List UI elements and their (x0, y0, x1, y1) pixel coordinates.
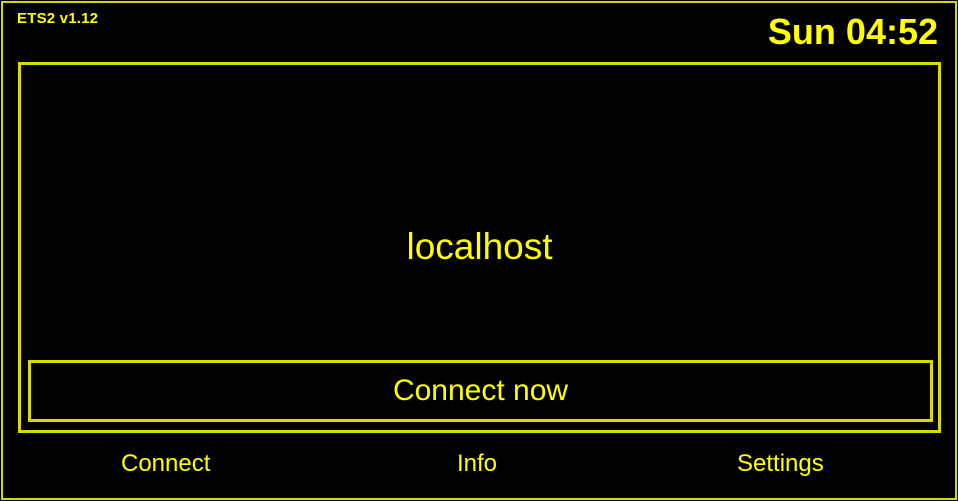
connect-now-button[interactable]: Connect now (28, 360, 933, 422)
clock-display: Sun 04:52 (767, 11, 938, 52)
nav-item-info[interactable]: Info (457, 446, 497, 482)
nav-item-settings[interactable]: Settings (737, 446, 824, 482)
app-title: ETS2 v1.12 (17, 10, 99, 27)
connect-now-button-label: Connect now (392, 374, 569, 407)
bottom-nav: Connect Info Settings (0, 446, 958, 482)
connection-panel: localhost Connect now (18, 62, 941, 433)
nav-item-connect[interactable]: Connect (121, 446, 210, 482)
host-label: localhost (406, 226, 553, 267)
